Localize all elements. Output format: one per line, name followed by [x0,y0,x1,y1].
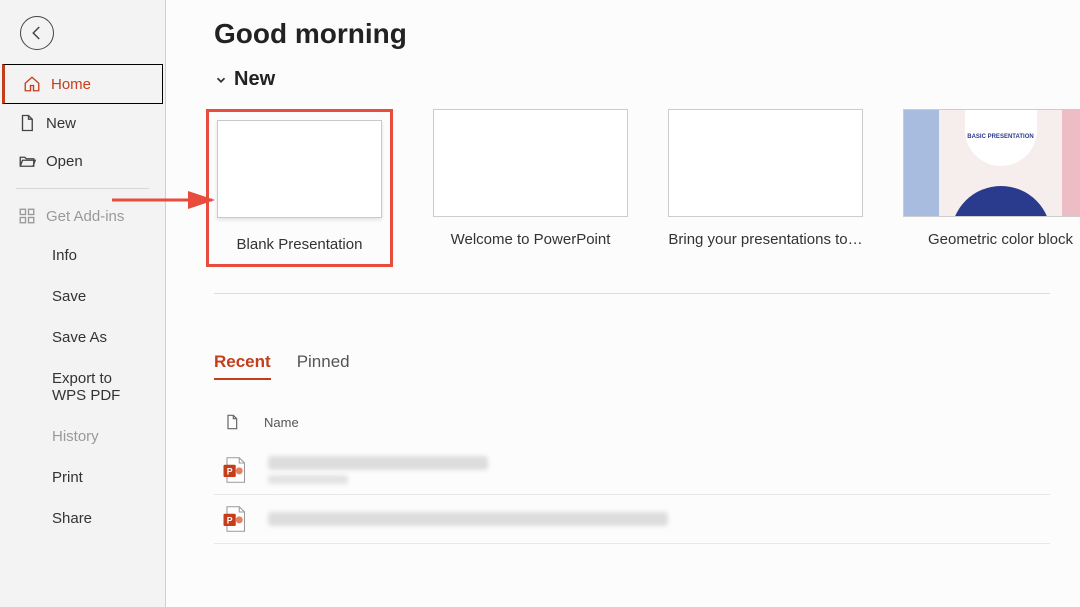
sidebar-item-label: New [46,115,76,132]
sidebar-item-new[interactable]: New [0,104,165,142]
thumb-badge: BASIC PRESENTATION [967,134,1033,141]
sidebar-item-label: Open [46,153,83,170]
addins-icon [18,207,36,225]
thumb-sub: 5 tips for a simpler way to work [450,150,611,156]
template-blank[interactable]: Blank Presentation [206,109,393,267]
arrow-left-icon [28,24,46,42]
thumb-sub: How to get started with 3D in PowerPoint [685,145,846,151]
folder-open-icon [18,152,36,170]
template-label: Welcome to PowerPoint [451,231,611,248]
document-icon [224,412,240,432]
thumb-headline: Bring Your Presentations to Life with 3D [685,132,846,141]
main-panel: Good morning New Blank Presentation Welc… [166,0,1080,607]
template-thumb: Welcome to PowerPoint 5 tips for a simpl… [433,109,628,217]
templates-row: Blank Presentation Welcome to PowerPoint… [214,109,1050,294]
template-welcome[interactable]: Welcome to PowerPoint 5 tips for a simpl… [433,109,628,267]
sidebar-sub-share[interactable]: Share [0,498,165,539]
column-name: Name [264,415,299,430]
section-new-header[interactable]: New [214,68,1050,91]
thumb-headline: Welcome to PowerPoint [450,136,611,146]
template-thumb: Bring Your Presentations to Life with 3D… [668,109,863,217]
sidebar-sub-info[interactable]: Info [0,235,165,276]
sidebar-sub-saveas[interactable]: Save As [0,317,165,358]
template-label: Geometric color block [928,231,1073,248]
sidebar-item-home[interactable]: Home [2,64,163,104]
sidebar-item-label: Get Add-ins [46,208,124,225]
section-new-label: New [234,68,275,91]
sidebar: Home New Open Get Add-ins Info Save Save… [0,0,166,607]
sidebar-item-open[interactable]: Open [0,142,165,180]
greeting-title: Good morning [214,18,1050,50]
pptx-file-icon: P [220,456,248,484]
sidebar-item-label: Home [51,76,91,93]
file-name-redacted [268,456,488,484]
sidebar-sub-print[interactable]: Print [0,457,165,498]
template-label: Blank Presentation [237,236,363,253]
tab-pinned[interactable]: Pinned [297,352,350,380]
sidebar-sub-export[interactable]: Export to WPS PDF [0,358,165,416]
template-3d[interactable]: Bring Your Presentations to Life with 3D… [668,109,863,267]
recent-tabs: Recent Pinned [214,352,1050,380]
template-geometric[interactable]: BASIC PRESENTATION Geometric color block [903,109,1080,267]
table-header: Name [214,404,1050,446]
sidebar-divider [16,188,149,189]
template-thumb [217,120,382,218]
back-button[interactable] [20,16,54,50]
file-name-redacted [268,512,668,526]
svg-text:P: P [227,515,233,525]
home-icon [23,75,41,93]
file-icon [18,114,36,132]
svg-text:P: P [227,466,233,476]
template-label: Bring your presentations to… [668,231,862,248]
chevron-down-icon [214,73,228,87]
sidebar-sub-save[interactable]: Save [0,276,165,317]
powerpoint-logo-icon [446,198,456,208]
sidebar-item-addins[interactable]: Get Add-ins [0,197,165,235]
pptx-file-icon: P [220,505,248,533]
recent-file-row[interactable]: P [214,446,1050,495]
sidebar-sub-history[interactable]: History [0,416,165,457]
thumb-corner-text: PowerPoint [830,204,856,210]
recent-file-row[interactable]: P [214,495,1050,544]
tab-recent[interactable]: Recent [214,352,271,380]
template-thumb: BASIC PRESENTATION [903,109,1080,217]
